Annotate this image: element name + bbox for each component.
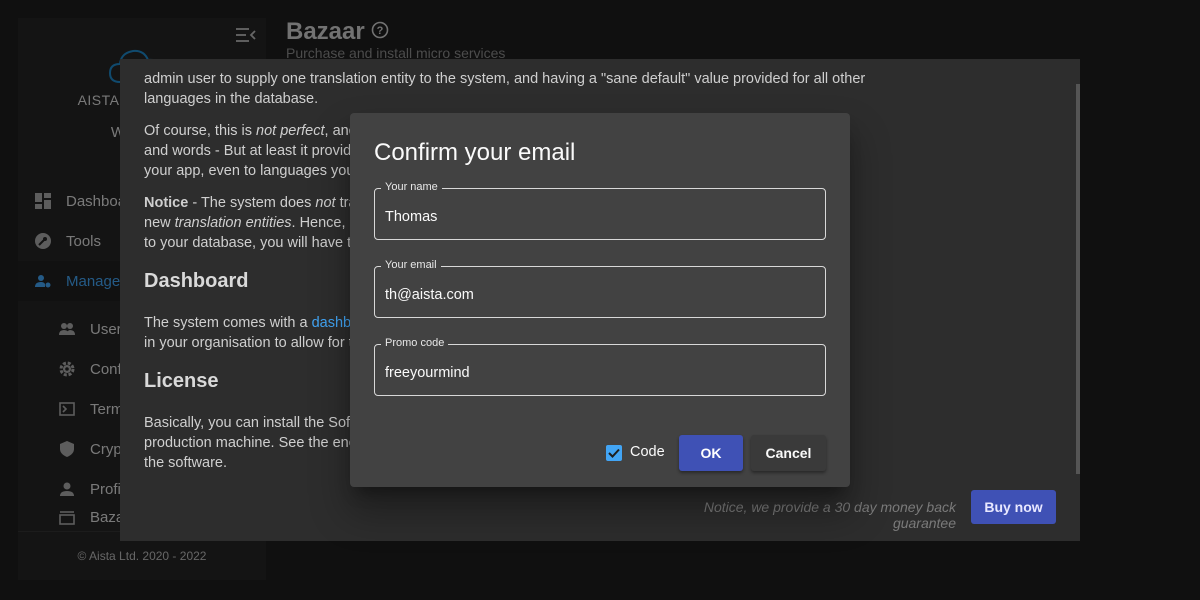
paragraph-3-line1: Notice - The system does not tran [144, 195, 365, 211]
promo-code-field-label: Promo code [381, 337, 449, 349]
email-field-label: Your email [381, 259, 441, 271]
dialog-title: Confirm your email [374, 139, 576, 166]
buy-now-button[interactable]: Buy now [971, 490, 1056, 524]
email-input[interactable]: th@aista.com [385, 287, 474, 303]
paragraph-5-line3: the software. [144, 455, 228, 471]
cancel-button[interactable]: Cancel [751, 435, 826, 471]
confirm-email-dialog: Confirm your email Your name Thomas Your… [350, 113, 850, 487]
scrollbar[interactable] [1076, 84, 1080, 474]
money-back-notice: Notice, we provide a 30 day money back g… [703, 499, 956, 531]
code-checkbox-label[interactable]: Code [630, 444, 665, 460]
paragraph-4-line2: in your organisation to allow for t [144, 335, 353, 351]
paragraph-2-line3: your app, even to languages you c [144, 163, 366, 179]
paragraph-5-line2: production machine. See the encl [144, 435, 360, 451]
name-field-label: Your name [381, 181, 442, 193]
paragraph-1-line2: languages in the database. [144, 91, 319, 107]
promo-code-field[interactable]: Promo code freeyourmind [374, 337, 826, 396]
paragraph-2-line2: and words - But at least it provide [144, 143, 360, 159]
name-field[interactable]: Your name Thomas [374, 181, 826, 240]
code-checkbox[interactable] [606, 445, 622, 461]
heading-license: License [144, 370, 219, 392]
email-field[interactable]: Your email th@aista.com [374, 259, 826, 318]
promo-code-input[interactable]: freeyourmind [385, 365, 470, 381]
paragraph-5-line1: Basically, you can install the Softw [144, 415, 365, 431]
checkmark-icon [608, 448, 620, 458]
paragraph-1-line1: admin user to supply one translation ent… [144, 71, 866, 87]
paragraph-3-line2: new translation entities. Hence, if [144, 215, 357, 231]
heading-dashboard: Dashboard [144, 270, 249, 292]
paragraph-2-line1: Of course, this is not perfect, and [144, 123, 357, 139]
ok-button[interactable]: OK [679, 435, 743, 471]
paragraph-3-line3: to your database, you will have to [144, 235, 360, 251]
paragraph-4-line1: The system comes with a dashbo [144, 315, 360, 331]
name-input[interactable]: Thomas [385, 209, 437, 225]
